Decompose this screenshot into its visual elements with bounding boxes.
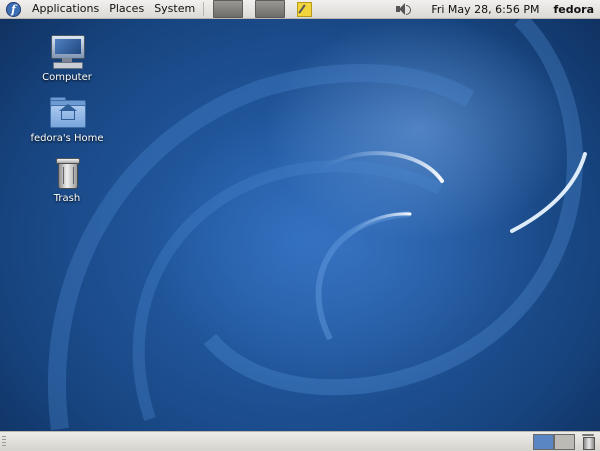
panel-drag-handle[interactable] bbox=[2, 436, 6, 447]
computer-icon bbox=[49, 35, 85, 69]
desktop-icon-home[interactable]: fedora's Home bbox=[27, 96, 107, 144]
desktop-icon-label: Trash bbox=[53, 193, 81, 204]
trash-icon bbox=[49, 156, 85, 190]
launcher-button-1[interactable] bbox=[213, 0, 244, 18]
desktop-icon-computer[interactable]: Computer bbox=[27, 35, 107, 83]
workspace-switcher-1[interactable] bbox=[533, 434, 554, 450]
desktop-icon-trash[interactable]: Trash bbox=[27, 156, 107, 204]
menu-applications[interactable]: Applications bbox=[27, 0, 104, 18]
volume-icon[interactable] bbox=[395, 2, 412, 16]
top-panel: f Applications Places System Fri May 28,… bbox=[0, 0, 600, 19]
desktop-icon-label: Computer bbox=[42, 72, 92, 83]
home-folder-icon bbox=[49, 96, 86, 130]
fedora-logo-icon[interactable]: f bbox=[6, 1, 21, 17]
desktop-icon-label: fedora's Home bbox=[30, 133, 104, 144]
menu-system[interactable]: System bbox=[149, 0, 200, 18]
user-menu[interactable]: fedora bbox=[553, 3, 594, 16]
notes-edit-icon[interactable] bbox=[297, 1, 313, 17]
launcher-button-2[interactable] bbox=[255, 0, 286, 18]
bottom-panel bbox=[0, 431, 600, 451]
clock[interactable]: Fri May 28, 6:56 PM bbox=[431, 3, 539, 16]
menu-places[interactable]: Places bbox=[104, 0, 149, 18]
desktop-background[interactable]: Computer fedora's Home Trash bbox=[0, 19, 600, 431]
workspace-switcher-2[interactable] bbox=[554, 434, 575, 450]
panel-trash-icon[interactable] bbox=[581, 434, 595, 450]
panel-separator bbox=[203, 2, 205, 16]
